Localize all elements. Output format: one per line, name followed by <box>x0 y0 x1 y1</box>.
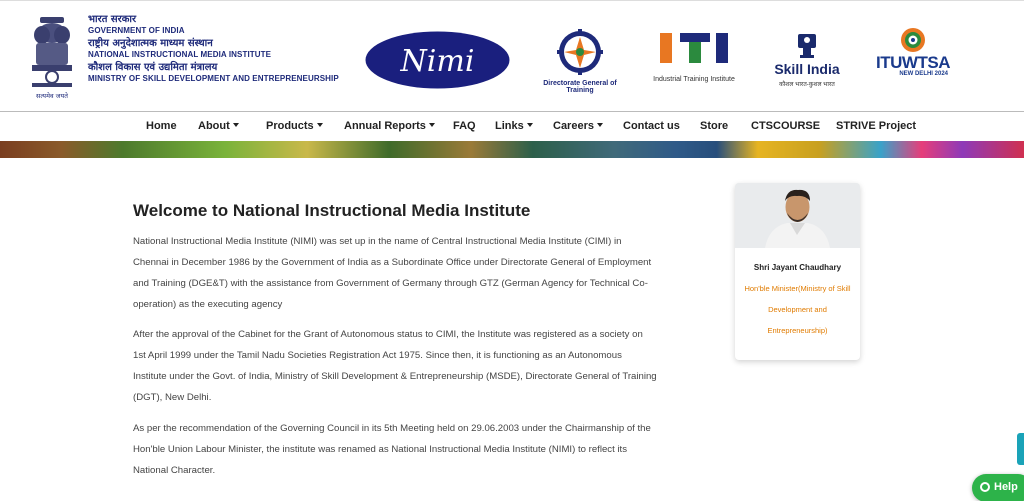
minister-role: Hon'ble Minister(Ministry of Skill Devel… <box>744 284 851 335</box>
nav-faq-label: FAQ <box>453 120 476 132</box>
site-header: सत्यमेव जयते भारत सरकार GOVERNMENT OF IN… <box>0 0 1024 112</box>
skill-india-icon <box>798 34 816 58</box>
dgt-logo[interactable]: Directorate General of Training <box>530 28 630 94</box>
minister-card: Shri Jayant Chaudhary Hon'ble Minister(M… <box>735 183 860 360</box>
carousel-dot[interactable] <box>516 159 536 161</box>
rename-paragraph: As per the recommendation of the Governi… <box>133 423 651 476</box>
nav-strive-project[interactable]: STRIVE Project <box>836 120 916 132</box>
skill-india-logo[interactable]: Skill India कौशल भारत-कुशल भारत <box>770 31 844 91</box>
skill-india-title: Skill India <box>774 61 840 77</box>
help-chat-icon <box>980 482 990 492</box>
nav-store[interactable]: Store <box>700 120 728 132</box>
dgt-gear-icon <box>557 29 603 75</box>
intro-paragraph: National Instructional Media Institute (… <box>133 236 652 310</box>
nav-contact-us-label: Contact us <box>623 120 680 132</box>
nav-about-label: About <box>198 120 230 132</box>
gov-hindi: भारत सरकार <box>88 14 137 25</box>
nav-home[interactable]: Home <box>146 120 177 132</box>
chevron-down-icon <box>232 123 239 127</box>
emblem-motto: सत्यमेव जयते <box>36 92 68 100</box>
page-title: Welcome to National Instructional Media … <box>133 201 531 220</box>
nav-annual-reports[interactable]: Annual Reports <box>344 120 435 132</box>
chevron-down-icon <box>526 123 533 127</box>
help-label: Help <box>994 481 1018 493</box>
nav-products-label: Products <box>266 120 314 132</box>
dgt-caption: Directorate General of Training <box>543 80 617 94</box>
government-title-block: भारत सरकार GOVERNMENT OF INDIA राष्ट्रीय… <box>88 15 339 87</box>
iti-logo[interactable]: Industrial Training Institute <box>648 29 740 87</box>
chevron-down-icon <box>428 123 435 127</box>
help-button[interactable]: Help <box>972 474 1024 501</box>
itu-sub: NEW DELHI 2024 <box>899 71 948 77</box>
gov-english: GOVERNMENT OF INDIA <box>88 26 185 35</box>
ministry-hindi: कौशल विकास एवं उद्यमिता मंत्रालय <box>88 62 218 73</box>
nimi-hindi: राष्ट्रीय अनुदेशात्मक माध्यम संस्थान <box>88 38 213 49</box>
nimi-logo[interactable]: Nimi <box>365 31 510 89</box>
main-nav: Home About Products Annual Reports FAQ L… <box>0 113 1024 141</box>
iti-caption: Industrial Training Institute <box>653 76 735 83</box>
skill-india-sub: कौशल भारत-कुशल भारत <box>779 82 835 88</box>
nav-about[interactable]: About <box>198 120 239 132</box>
itu-title-a: ITU <box>876 53 902 72</box>
nav-careers-label: Careers <box>553 120 594 132</box>
chevron-down-icon <box>596 123 603 127</box>
nav-ctscourse-label: CTSCOURSE <box>751 120 821 132</box>
itu-title: ITUWTSA <box>868 53 958 73</box>
page: सत्यमेव जयते भारत सरकार GOVERNMENT OF IN… <box>0 0 1024 501</box>
minister-name: Shri Jayant Chaudhary <box>753 263 842 272</box>
iti-mark-icon <box>660 33 728 63</box>
side-accessibility-tab[interactable] <box>1017 433 1024 465</box>
itu-title-b: WTSA <box>901 53 951 72</box>
nav-links-label: Links <box>495 120 524 132</box>
nav-ctscourse[interactable]: CTSCOURSE <box>751 120 820 132</box>
itu-emblem-icon <box>901 28 925 52</box>
national-emblem-icon: सत्यमेव जयते <box>32 17 72 100</box>
nav-careers[interactable]: Careers <box>553 120 603 132</box>
minister-photo <box>735 183 860 248</box>
nav-links[interactable]: Links <box>495 120 533 132</box>
itu-wtsa-logo[interactable]: ITUWTSA NEW DELHI 2024 <box>868 27 958 85</box>
nav-faq[interactable]: FAQ <box>453 120 476 132</box>
nav-annual-reports-label: Annual Reports <box>344 120 426 132</box>
nav-store-label: Store <box>700 120 729 132</box>
ministry-english: MINISTRY OF SKILL DEVELOPMENT AND ENTREP… <box>88 74 339 83</box>
chevron-down-icon <box>316 123 323 127</box>
autonomy-paragraph: After the approval of the Cabinet for th… <box>133 329 657 403</box>
carousel-dot-active[interactable] <box>540 159 560 161</box>
nimi-english: NATIONAL INSTRUCTIONAL MEDIA INSTITUTE <box>88 50 272 59</box>
nav-contact-us[interactable]: Contact us <box>623 120 680 132</box>
carousel-indicators <box>516 148 564 166</box>
nav-strive-project-label: STRIVE Project <box>836 120 917 132</box>
nav-home-label: Home <box>146 120 177 132</box>
nav-products[interactable]: Products <box>266 120 323 132</box>
nimi-logo-text: Nimi <box>400 44 475 79</box>
hero-banner-strip[interactable] <box>0 141 1024 158</box>
